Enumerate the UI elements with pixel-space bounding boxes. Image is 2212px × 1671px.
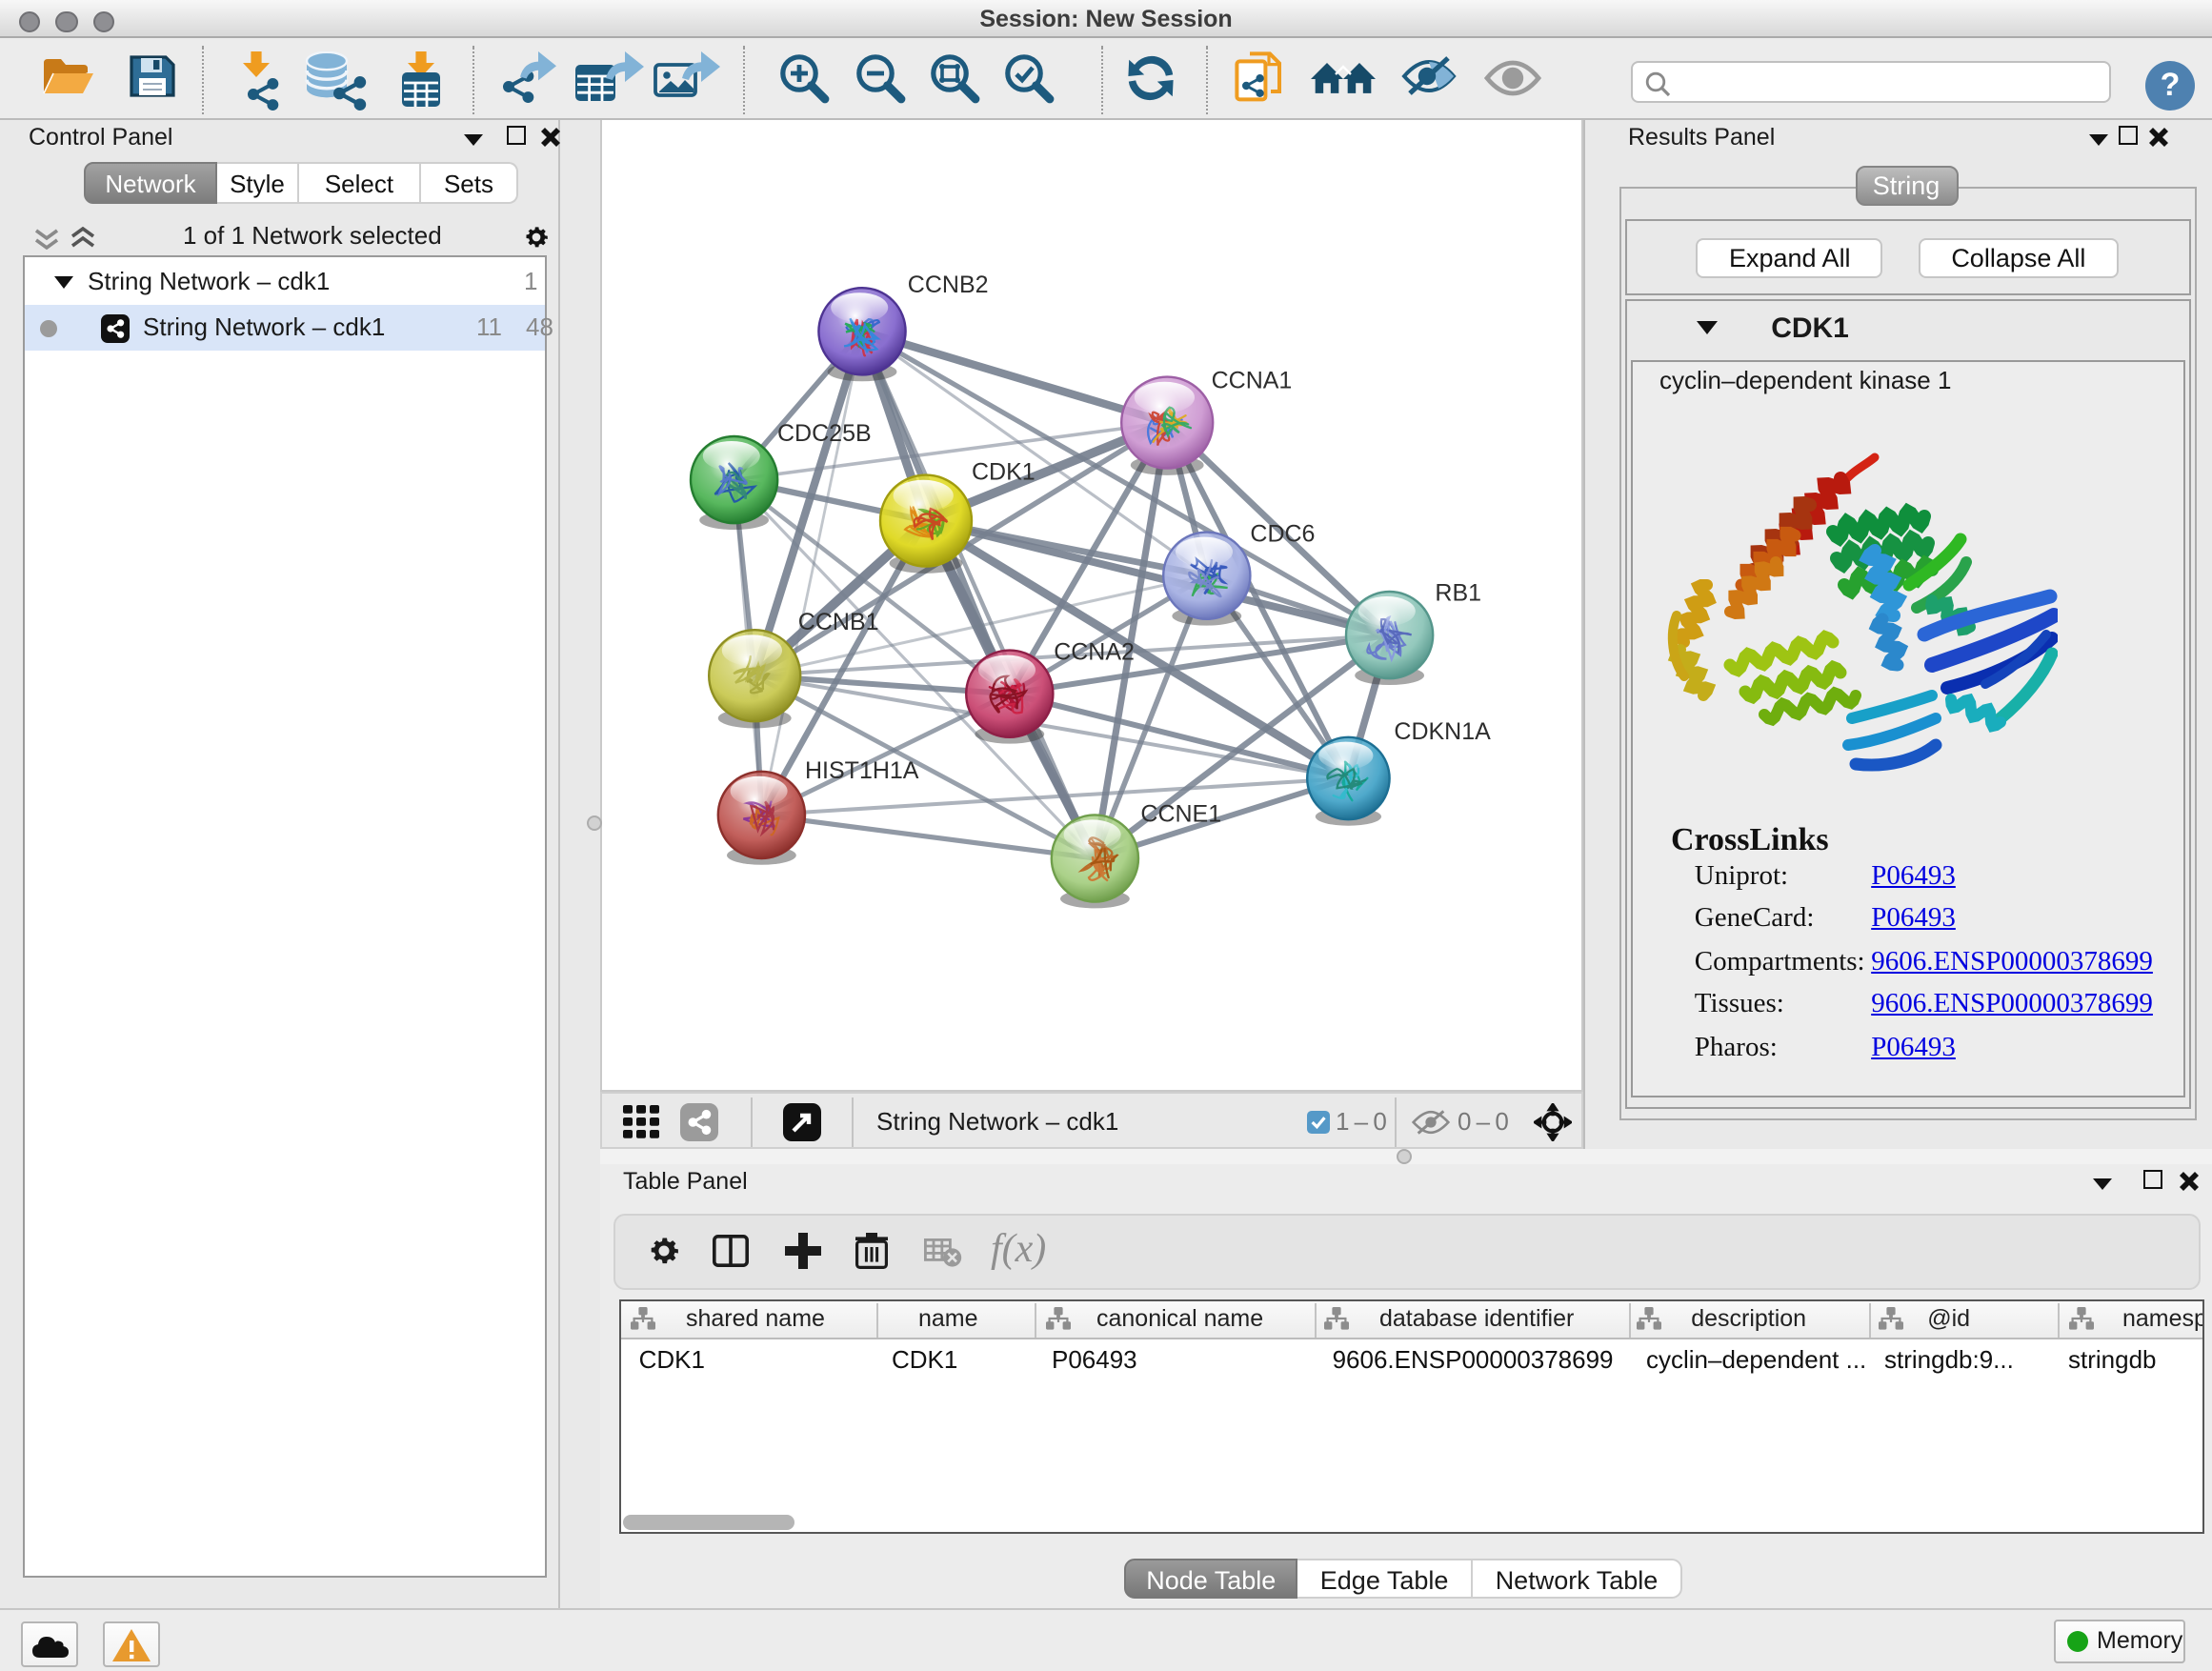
svg-text:CCNA2: CCNA2 bbox=[1054, 638, 1135, 665]
svg-text:CCNB1: CCNB1 bbox=[798, 609, 879, 635]
svg-text:CCNA1: CCNA1 bbox=[1212, 368, 1293, 394]
svg-text:CDC6: CDC6 bbox=[1250, 520, 1315, 547]
svg-text:CCNE1: CCNE1 bbox=[1140, 801, 1221, 828]
svg-text:CCNB2: CCNB2 bbox=[908, 272, 989, 298]
svg-text:CDC25B: CDC25B bbox=[777, 420, 872, 447]
svg-text:CDK1: CDK1 bbox=[972, 458, 1036, 485]
svg-text:RB1: RB1 bbox=[1435, 580, 1481, 607]
svg-text:HIST1H1A: HIST1H1A bbox=[805, 757, 919, 784]
svg-text:CDKN1A: CDKN1A bbox=[1394, 718, 1491, 745]
